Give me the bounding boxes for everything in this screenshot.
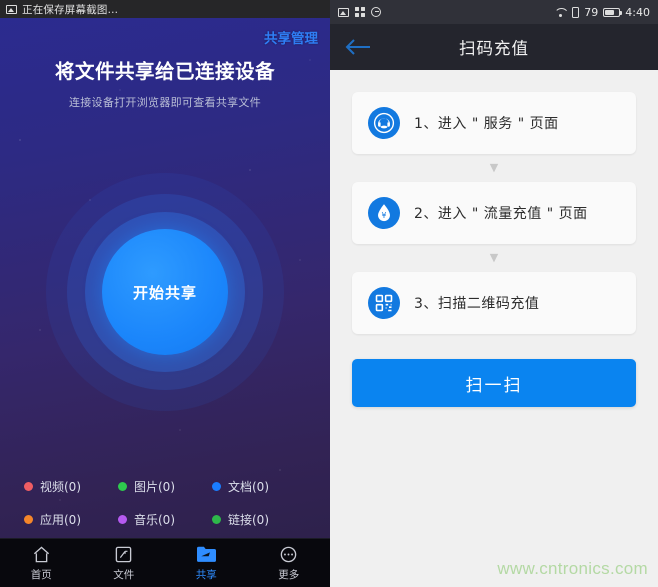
- customer-service-icon: [368, 107, 400, 139]
- tab-label-file: 文件: [113, 568, 135, 581]
- legend-label-app: 应用(0): [40, 513, 81, 527]
- clock-icon: [371, 7, 381, 17]
- svg-text:¥: ¥: [382, 211, 387, 220]
- left-status-bar: 正在保存屏幕截图...: [0, 0, 330, 18]
- right-status-bar: 79 4:40: [330, 0, 658, 24]
- legend-dot-app: [24, 515, 33, 524]
- tab-share[interactable]: 共享: [165, 539, 248, 587]
- legend-item-video[interactable]: 视频(0): [24, 478, 118, 495]
- left-page-title: 将文件共享给已连接设备: [54, 60, 275, 83]
- step-card-2[interactable]: ¥ 2、进入 " 流量充值 " 页面: [352, 182, 636, 244]
- right-title-bar: 扫码充值: [330, 24, 658, 70]
- file-type-legend: 视频(0) 图片(0) 文档(0) 应用(0) 音乐(0) 链接(0): [0, 478, 330, 528]
- step-arrow-1: ▼: [489, 161, 499, 174]
- legend-dot-music: [118, 515, 127, 524]
- legend-label-music: 音乐(0): [134, 513, 175, 527]
- legend-label-video: 视频(0): [40, 480, 81, 494]
- qr-code-icon: [368, 287, 400, 319]
- legend-label-link: 链接(0): [228, 513, 269, 527]
- wifi-icon: [554, 7, 567, 17]
- step-label-3: 3、扫描二维码充值: [414, 296, 540, 312]
- step-card-1[interactable]: 1、进入 " 服务 " 页面: [352, 92, 636, 154]
- legend-dot-link: [212, 515, 221, 524]
- screenshot-root: 正在保存屏幕截图... 共享管理 将文件共享给已连接设备 连接设备打开浏览器即可…: [0, 0, 658, 587]
- back-arrow-icon[interactable]: [344, 33, 372, 61]
- tab-more[interactable]: 更多: [248, 539, 331, 587]
- file-icon: [114, 545, 133, 564]
- start-share-button[interactable]: 开始共享: [102, 229, 228, 355]
- page-title: 扫码充值: [459, 39, 529, 58]
- battery-icon: [603, 7, 623, 17]
- step-arrow-2: ▼: [489, 251, 499, 264]
- water-drop-yuan-icon: ¥: [368, 197, 400, 229]
- left-phone-screen: 正在保存屏幕截图... 共享管理 将文件共享给已连接设备 连接设备打开浏览器即可…: [0, 0, 330, 587]
- legend-label-image: 图片(0): [134, 480, 175, 494]
- home-icon: [32, 545, 51, 564]
- grid-icon: [355, 7, 365, 17]
- right-phone-screen: 79 4:40 扫码充值 1、进入 " 服务 " 页面 ▼ ¥ 2、进入 " 流…: [330, 0, 658, 587]
- tab-label-more: 更多: [278, 568, 300, 581]
- tab-label-share: 共享: [195, 568, 217, 581]
- folder-share-icon: [196, 545, 217, 564]
- step-label-2: 2、进入 " 流量充值 " 页面: [414, 206, 588, 222]
- photo-icon: [338, 7, 349, 17]
- left-page-subtitle: 连接设备打开浏览器即可查看共享文件: [68, 96, 262, 109]
- legend-item-document[interactable]: 文档(0): [212, 478, 306, 495]
- step-label-1: 1、进入 " 服务 " 页面: [414, 116, 559, 132]
- share-management-link[interactable]: 共享管理: [0, 18, 330, 47]
- sim-card-icon: [572, 6, 580, 18]
- legend-label-document: 文档(0): [228, 480, 269, 494]
- step-card-3[interactable]: 3、扫描二维码充值: [352, 272, 636, 334]
- legend-item-link[interactable]: 链接(0): [212, 511, 306, 528]
- legend-item-app[interactable]: 应用(0): [24, 511, 118, 528]
- photo-icon: [6, 4, 17, 14]
- more-dots-icon: [279, 545, 298, 564]
- watermark: www.cntronics.com: [497, 559, 648, 578]
- bottom-tab-bar: 首页 文件 共享 更多: [0, 538, 330, 587]
- screenshot-saving-text: 正在保存屏幕截图...: [22, 3, 119, 16]
- legend-dot-document: [212, 482, 221, 491]
- legend-item-image[interactable]: 图片(0): [118, 478, 212, 495]
- tab-home[interactable]: 首页: [0, 539, 83, 587]
- battery-percent-label: 79: [584, 5, 599, 19]
- status-time: 4:40: [625, 5, 650, 19]
- tab-file[interactable]: 文件: [83, 539, 166, 587]
- recharge-steps-body: 1、进入 " 服务 " 页面 ▼ ¥ 2、进入 " 流量充值 " 页面 ▼ 3、…: [330, 70, 658, 407]
- scan-button[interactable]: 扫一扫: [352, 359, 636, 407]
- start-share-ripple: 开始共享: [45, 172, 285, 412]
- legend-dot-video: [24, 482, 33, 491]
- legend-dot-image: [118, 482, 127, 491]
- tab-label-home: 首页: [30, 568, 52, 581]
- legend-item-music[interactable]: 音乐(0): [118, 511, 212, 528]
